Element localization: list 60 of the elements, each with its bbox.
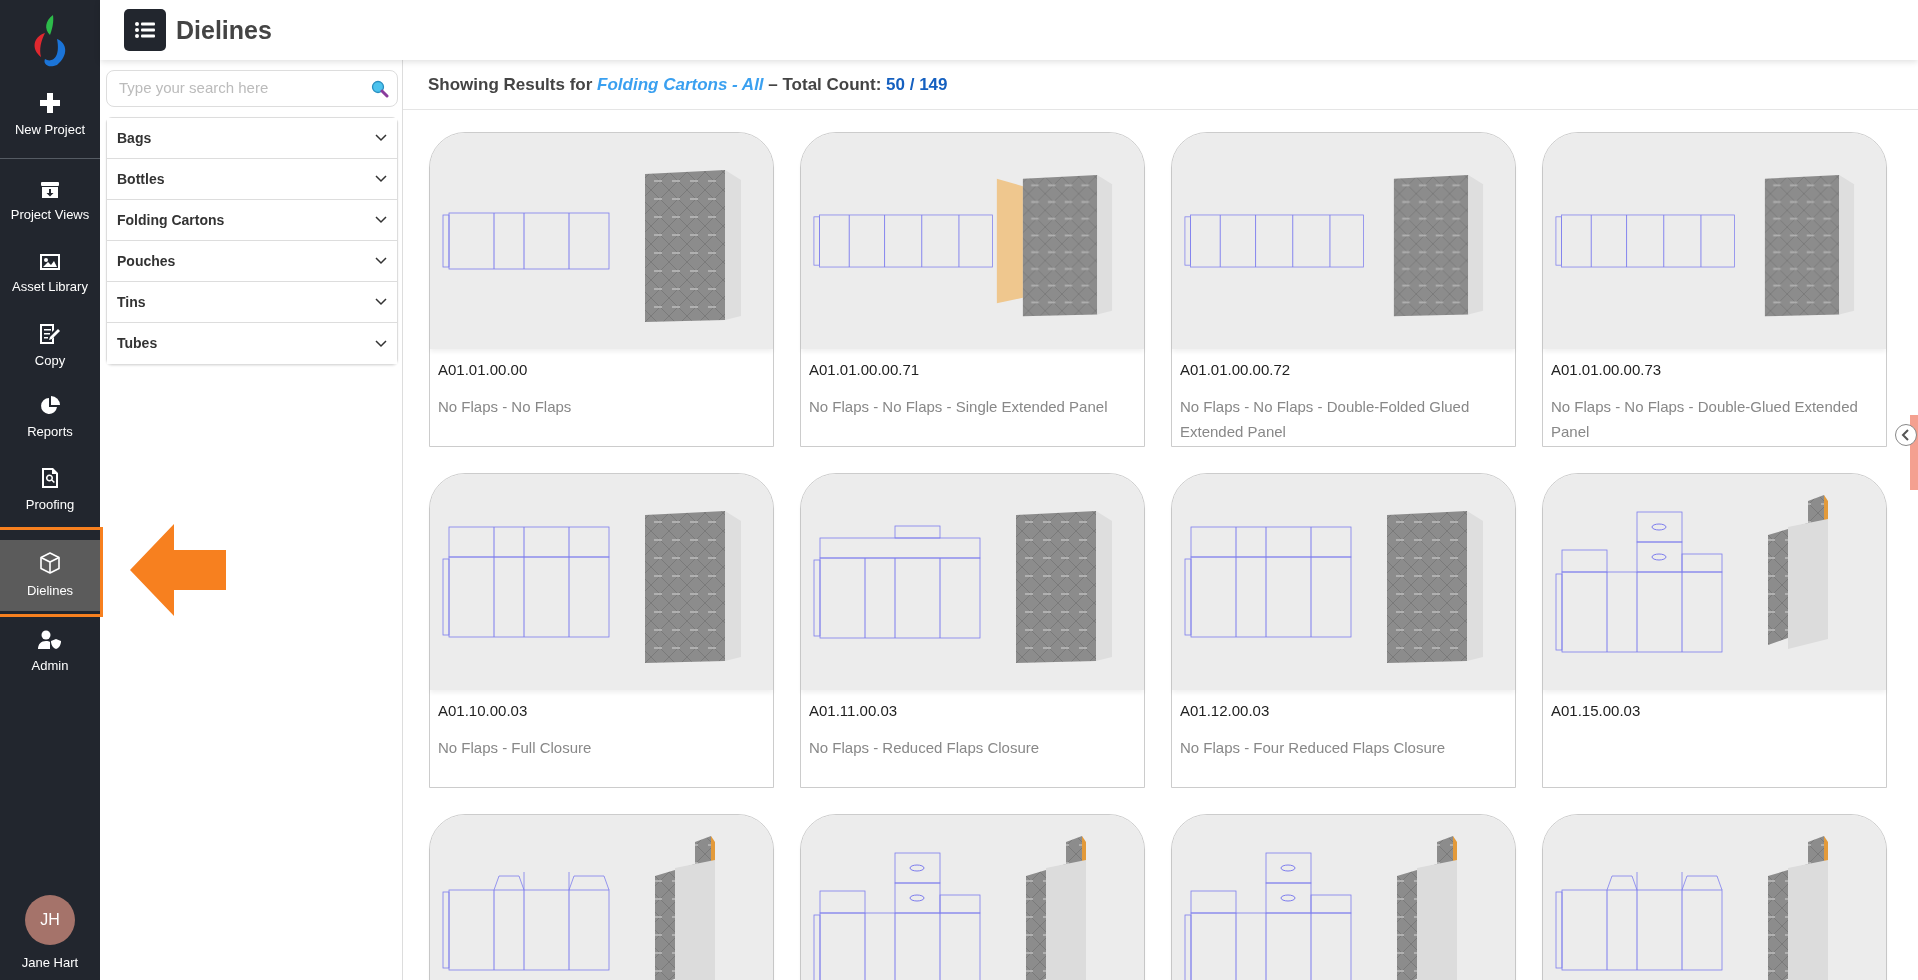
search-field[interactable]: Type your search here: [106, 70, 398, 107]
dieline-card[interactable]: A01.10.00.03 No Flaps - Full Closure: [429, 473, 774, 788]
archive-box-icon: [40, 181, 60, 200]
dieline-card[interactable]: A01.01.00.00.72 No Flaps - No Flaps - Double-Folded Glued Extended Panel: [1171, 132, 1516, 447]
chevron-icon: [375, 257, 387, 265]
nav-item[interactable]: New Project: [0, 80, 100, 152]
dieline-code: A01.01.00.00.72: [1180, 360, 1292, 380]
dieline-code: A01.12.00.03: [1180, 701, 1271, 721]
category-toggle[interactable]: Tubes: [107, 323, 397, 364]
category-toggle[interactable]: Bags: [107, 118, 397, 159]
dieline-code: A01.01.00.00.73: [1551, 360, 1663, 380]
dieline-description: No Flaps - No Flaps - Double-Glued Extended Panel: [1551, 396, 1859, 442]
nav-item[interactable]: Copy: [0, 311, 100, 383]
chevron-icon: [375, 298, 387, 306]
chevron-icon: [375, 175, 387, 183]
dieline-description: No Flaps - Four Reduced Flaps Closure: [1180, 737, 1447, 758]
cube-icon: [38, 550, 62, 575]
dieline-code: A01.11.00.03: [809, 701, 899, 721]
user-shield-icon: [38, 630, 62, 651]
dieline-description: No Flaps - Reduced Flaps Closure: [809, 737, 1041, 758]
nav-item[interactable]: Proofing: [0, 455, 100, 527]
menu-icon: [135, 21, 155, 39]
dieline-card[interactable]: A01.01.00.00.73 No Flaps - No Flaps - Double-Glued Extended Panel: [1542, 132, 1887, 447]
dieline-code: A01.01.00.00: [438, 360, 529, 380]
dieline-code: A01.15.00.03: [1551, 701, 1642, 721]
collapse-handle[interactable]: [1894, 415, 1918, 490]
user-name: Jane Hart: [21, 953, 79, 972]
chevron-icon: [375, 339, 387, 348]
category-toggle[interactable]: Tins: [107, 282, 397, 323]
category-toggle[interactable]: Bottles: [107, 159, 397, 200]
menu-button[interactable]: [124, 9, 166, 51]
dieline-card[interactable]: A01.12.00.03 No Flaps - Four Reduced Flaps Closure: [1171, 473, 1516, 788]
chevron-icon: [375, 216, 387, 224]
pie-chart-icon: [40, 396, 60, 417]
nav-item[interactable]: Asset Library: [0, 239, 100, 311]
results-summary: Showing Results for Folding Cartons - All – Total Count: 50 / 149: [428, 73, 948, 96]
nav-item[interactable]: Dielines: [0, 540, 100, 611]
dieline-description: No Flaps - No Flaps - Double-Folded Glued Extended Panel: [1180, 396, 1471, 442]
dieline-description: No Flaps - No Flaps - Single Extended Panel: [809, 396, 1109, 417]
dieline-card[interactable]: A01.01.00.00.71 No Flaps - No Flaps - Single Extended Panel: [800, 132, 1145, 447]
nav-item[interactable]: Admin: [0, 617, 100, 689]
nav-item[interactable]: Reports: [0, 383, 100, 455]
page-title: Dielines: [176, 15, 272, 45]
document-search-icon: [41, 467, 59, 490]
plus-icon: [39, 92, 61, 115]
dieline-card[interactable]: A01.15.00.03: [1542, 473, 1887, 788]
dieline-description: No Flaps - Full Closure: [438, 737, 593, 758]
dieline-description: No Flaps - No Flaps: [438, 396, 573, 417]
search-icon[interactable]: [371, 79, 389, 98]
dieline-card[interactable]: A01.01.00.00 No Flaps - No Flaps: [429, 132, 774, 447]
dieline-card[interactable]: A01.11.00.03 No Flaps - Reduced Flaps Closure: [800, 473, 1145, 788]
nav-item[interactable]: Project Views: [0, 167, 100, 239]
document-pen-icon: [38, 323, 62, 346]
chevron-icon: [375, 134, 387, 142]
category-toggle[interactable]: Pouches: [107, 241, 397, 282]
image-icon: [39, 253, 61, 272]
category-toggle[interactable]: Folding Cartons: [107, 200, 397, 241]
dieline-code: A01.01.00.00.71: [809, 360, 921, 380]
dieline-code: A01.10.00.03: [438, 701, 529, 721]
user-avatar[interactable]: JH: [25, 894, 75, 945]
